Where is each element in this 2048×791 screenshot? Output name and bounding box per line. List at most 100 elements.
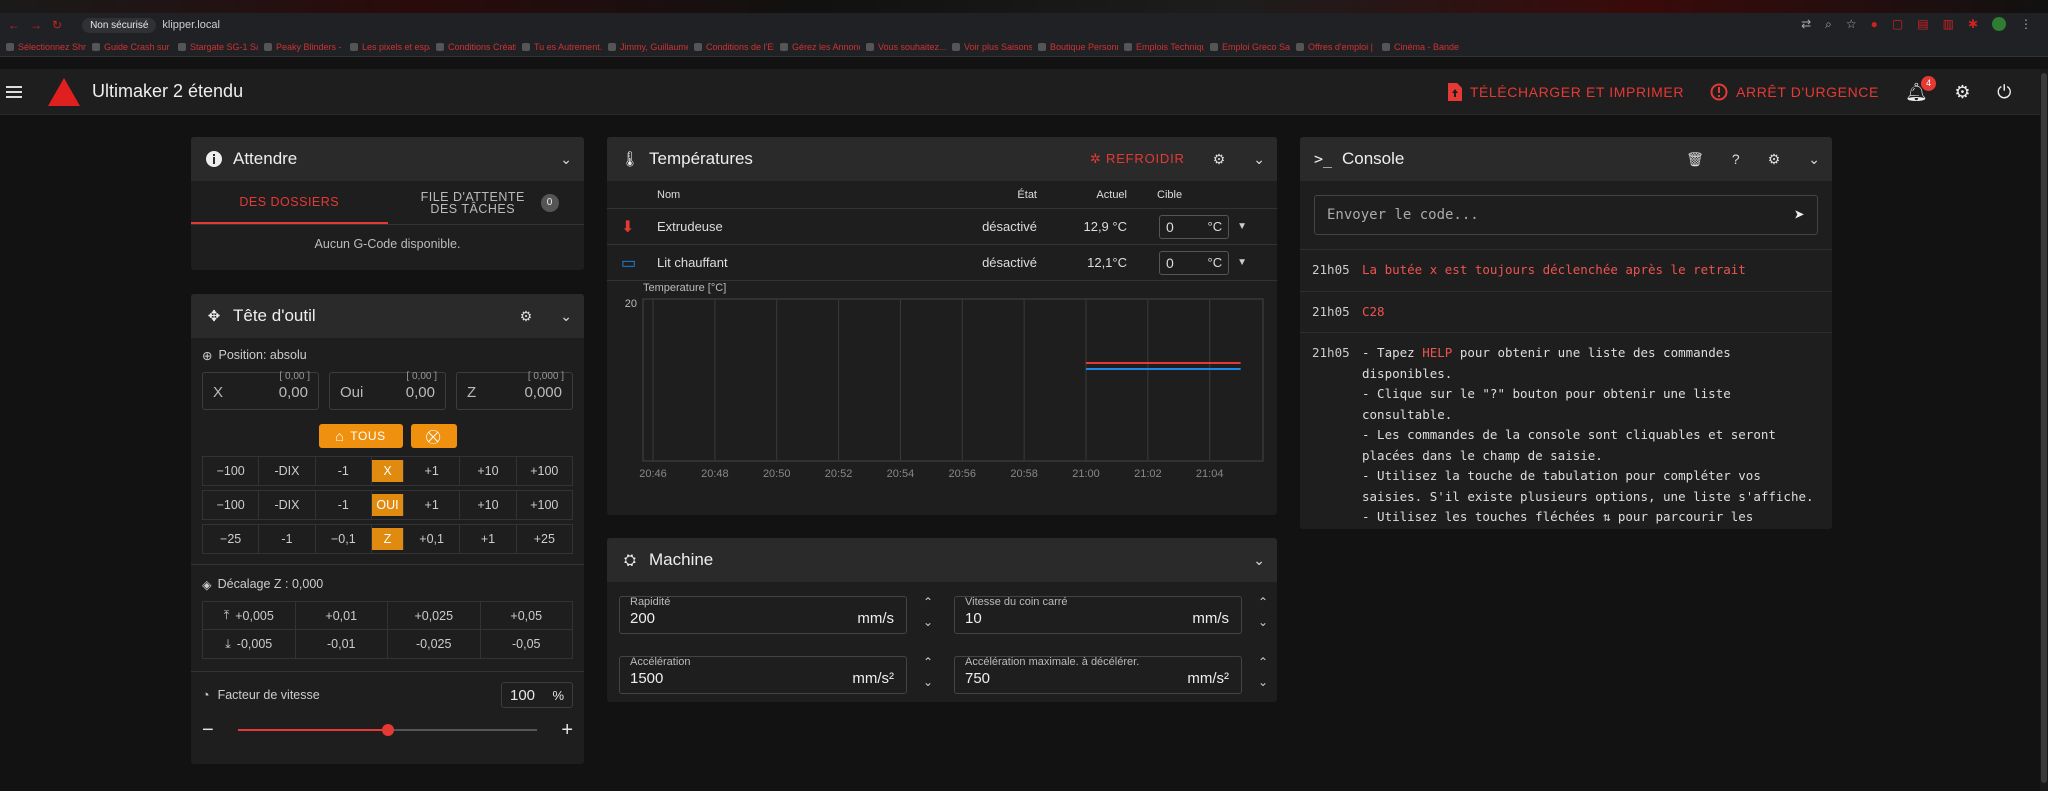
chevron-down-icon[interactable]: ⌄ xyxy=(560,308,572,325)
jog-step-button[interactable]: -1 xyxy=(316,457,372,485)
tab-jobqueue[interactable]: FILE D'ATTENTE DES TÂCHES 0 xyxy=(388,181,585,224)
axis-position-field[interactable]: Z 0,000[ 0,000 ] xyxy=(456,371,573,410)
zoffset-up-button[interactable]: ⤒ +0,005 xyxy=(203,602,296,629)
home-axis-button[interactable]: X xyxy=(371,460,404,482)
plus-icon[interactable]: + xyxy=(549,719,573,742)
jog-step-button[interactable]: +10 xyxy=(460,457,517,485)
tab-files[interactable]: DES DOSSIERS xyxy=(191,181,388,224)
help-icon[interactable]: ? xyxy=(1732,151,1740,167)
target-temp-input[interactable]: 0 °C xyxy=(1159,250,1230,275)
speed-slider-thumb[interactable] xyxy=(381,724,394,736)
jog-step-button[interactable]: +25 xyxy=(517,525,572,553)
heater-row[interactable]: ▭ Lit chauffant désactivé 12,1°C 0 °C ▼ xyxy=(607,245,1277,281)
jog-step-button[interactable]: +1 xyxy=(460,525,517,553)
gear-icon[interactable]: ⚙ xyxy=(1768,151,1781,168)
axis-position-field[interactable]: Oui 0,00[ 0,00 ] xyxy=(329,371,446,410)
reload-icon[interactable]: ↻ xyxy=(52,18,62,32)
jog-step-button[interactable]: -1 xyxy=(259,525,316,553)
bookmark-item[interactable]: Conditions Créations... xyxy=(430,42,516,52)
jog-step-button[interactable]: +100 xyxy=(517,457,572,485)
emergency-stop-button[interactable]: ARRÊT D'URGENCE xyxy=(1710,83,1879,101)
sidebar-icon[interactable]: ▥ xyxy=(1943,17,1954,32)
gear-icon[interactable]: ⚙ xyxy=(520,308,533,325)
chevron-down-icon[interactable]: ⌄ xyxy=(921,612,935,632)
preset-dropdown-icon[interactable]: ▼ xyxy=(1237,257,1247,268)
motors-off-button[interactable]: ⛒ xyxy=(410,424,457,448)
speed-factor-input[interactable]: 100% xyxy=(501,682,573,708)
machine-setting-field[interactable]: Rapidité 200 mm/s xyxy=(619,596,907,634)
chevron-down-icon[interactable]: ⌄ xyxy=(1256,612,1270,632)
bookmark-item[interactable]: Jimmy, Guillaume... xyxy=(602,42,688,52)
bookmark-item[interactable]: Conditions de l'Entre... xyxy=(688,42,774,52)
machine-setting-field[interactable]: Vitesse du coin carré 10 mm/s xyxy=(954,596,1242,634)
bookmark-item[interactable]: Peaky Blinders - Sai... xyxy=(258,42,344,52)
extension-icon[interactable]: ▢ xyxy=(1892,17,1903,32)
chevron-down-icon[interactable]: ⌄ xyxy=(560,151,572,168)
page-scrollbar[interactable] xyxy=(2040,69,2048,791)
jog-step-button[interactable]: +1 xyxy=(404,491,461,519)
jog-step-button[interactable]: -1 xyxy=(316,491,372,519)
axis-position-field[interactable]: X 0,00[ 0,00 ] xyxy=(202,371,319,410)
settings-cogs-icon[interactable]: ⚙ xyxy=(1954,82,1971,103)
jog-step-button[interactable]: −100 xyxy=(203,491,260,519)
star-icon[interactable]: ☆ xyxy=(1846,17,1857,32)
bookmark-item[interactable]: Emplois Techniques... xyxy=(1118,42,1204,52)
zoffset-down-button[interactable]: -0,025 xyxy=(388,630,481,658)
bookmark-item[interactable]: Voir plus Saisons 4... xyxy=(946,42,1032,52)
jog-step-button[interactable]: −100 xyxy=(203,457,260,485)
jog-step-button[interactable]: -DIX xyxy=(259,457,316,485)
heater-row[interactable]: ⬇ Extrudeuse désactivé 12,9 °C 0 °C ▼ xyxy=(607,209,1277,245)
bookmark-item[interactable]: Les pixels et espaces... xyxy=(344,42,430,52)
chevron-down-icon[interactable]: ⌄ xyxy=(1256,672,1270,692)
stepper-arrows[interactable]: ⌃ ⌄ xyxy=(921,652,935,692)
chevron-up-icon[interactable]: ⌃ xyxy=(921,592,935,612)
speed-slider[interactable] xyxy=(238,724,537,736)
bookmark-item[interactable]: Offres d'emploi | Fa... xyxy=(1290,42,1376,52)
minus-icon[interactable]: − xyxy=(202,719,226,742)
extension-icon[interactable]: ▤ xyxy=(1917,17,1928,32)
stepper-arrows[interactable]: ⌃ ⌄ xyxy=(921,592,935,632)
send-icon[interactable]: ➤ xyxy=(1794,205,1805,226)
chevron-down-icon[interactable]: ⌄ xyxy=(1253,151,1265,168)
position-mode[interactable]: ⊕ Position: absolu xyxy=(202,346,573,364)
forward-icon[interactable]: → xyxy=(30,18,42,32)
help-command-link[interactable]: HELP xyxy=(1422,345,1452,360)
console-entry[interactable]: 21h05 - Tapez HELP pour obtenir une list… xyxy=(1300,332,1832,529)
translate-icon[interactable]: ⇄ xyxy=(1801,17,1811,32)
bookmark-item[interactable]: Vous souhaitez... xyxy=(860,42,946,52)
zoffset-down-button[interactable]: -0,05 xyxy=(481,630,573,658)
bookmark-item[interactable]: Stargate SG-1 Saiso... xyxy=(172,42,258,52)
hamburger-icon[interactable] xyxy=(6,85,22,98)
bookmark-item[interactable]: Guide Crash sur la... xyxy=(86,42,172,52)
bookmark-item[interactable]: Boutique Personnalis... xyxy=(1032,42,1118,52)
notifications-button[interactable]: 🔔︎ 4 xyxy=(1905,75,1937,103)
jog-step-button[interactable]: -DIX xyxy=(259,491,316,519)
console-entry[interactable]: 21h05 La butée x est toujours déclenchée … xyxy=(1300,249,1832,291)
chevron-down-icon[interactable]: ⌄ xyxy=(1808,151,1820,168)
bookmark-item[interactable]: Emploi Greco Saturn... xyxy=(1204,42,1290,52)
zoffset-up-button[interactable]: +0,05 xyxy=(481,602,573,629)
zoffset-down-button[interactable]: ⤓ -0,005 xyxy=(203,630,296,658)
power-icon[interactable]: ⏻ xyxy=(1997,82,2012,103)
zoffset-up-button[interactable]: +0,025 xyxy=(388,602,481,629)
machine-setting-field[interactable]: Accélération 1500 mm/s² xyxy=(619,656,907,694)
chevron-down-icon[interactable]: ⌄ xyxy=(1253,552,1265,569)
bookmark-item[interactable]: Sélectionnez Shr... xyxy=(0,42,86,52)
security-chip[interactable]: Non sécurisé xyxy=(82,17,157,33)
zoffset-down-button[interactable]: -0,01 xyxy=(296,630,388,658)
jog-step-button[interactable]: +10 xyxy=(460,491,517,519)
jog-step-button[interactable]: +0,1 xyxy=(404,525,461,553)
chevron-up-icon[interactable]: ⌃ xyxy=(921,652,935,672)
console-input[interactable]: Envoyer le code... ➤ xyxy=(1314,195,1818,235)
upload-print-button[interactable]: TÉLÉCHARGER ET IMPRIMER xyxy=(1447,83,1684,101)
stepper-arrows[interactable]: ⌃ ⌄ xyxy=(1256,652,1270,692)
target-temp-input[interactable]: 0 °C xyxy=(1159,214,1230,239)
preset-dropdown-icon[interactable]: ▼ xyxy=(1237,221,1247,232)
machine-setting-field[interactable]: Accélération maximale. à décélérer. 750 mm… xyxy=(954,656,1242,694)
jog-step-button[interactable]: −25 xyxy=(203,525,260,553)
home-all-button[interactable]: ⌂ TOUS xyxy=(318,424,403,448)
jog-step-button[interactable]: +1 xyxy=(404,457,461,485)
gear-icon[interactable]: ⚙ xyxy=(1213,151,1226,168)
chevron-up-icon[interactable]: ⌃ xyxy=(1256,652,1270,672)
stepper-arrows[interactable]: ⌃ ⌄ xyxy=(1256,592,1270,632)
